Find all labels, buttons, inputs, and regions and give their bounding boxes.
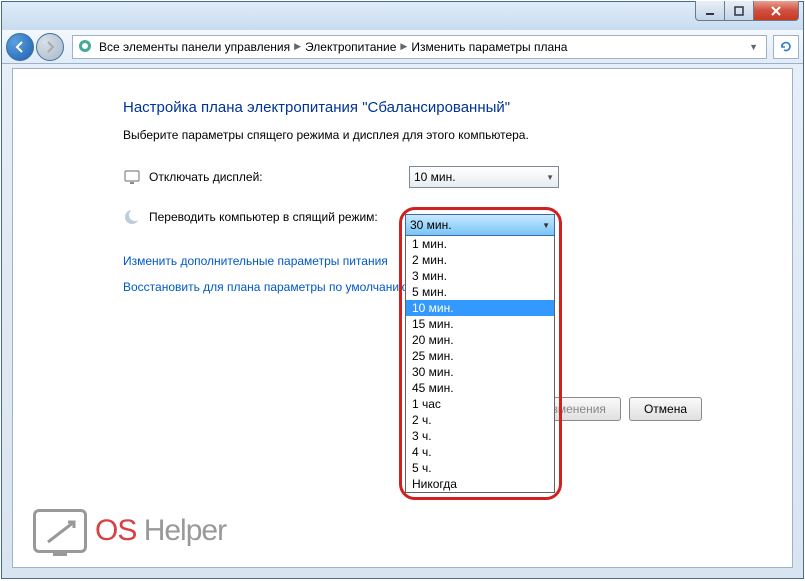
sleep-label: Переводить компьютер в спящий режим: [149,210,409,224]
breadcrumb-root[interactable]: Все элементы панели управления [99,40,290,54]
advanced-settings-link[interactable]: Изменить дополнительные параметры питани… [123,254,388,268]
watermark-text: OS Helper [95,514,226,548]
dropdown-option[interactable]: 45 мин. [406,380,554,396]
monitor-icon [123,168,141,186]
dropdown-option[interactable]: 1 час [406,396,554,412]
sleep-dropdown-list[interactable]: 1 мин.2 мин.3 мин.5 мин.10 мин.15 мин.20… [405,235,555,493]
power-icon [77,38,95,56]
refresh-button[interactable] [773,35,799,59]
chevron-down-icon: ▼ [546,173,554,182]
dropdown-option[interactable]: 1 мин. [406,236,554,252]
breadcrumb-leaf[interactable]: Изменить параметры плана [411,40,567,54]
display-off-combo[interactable]: 10 мин. ▼ [409,166,559,188]
display-off-row: Отключать дисплей: 10 мин. ▼ [123,166,702,188]
cancel-button[interactable]: Отмена [629,397,702,421]
back-button[interactable] [6,33,34,61]
page-title: Настройка плана электропитания "Сбаланси… [123,99,702,116]
dropdown-option[interactable]: 5 ч. [406,460,554,476]
titlebar [2,2,803,30]
watermark: OS Helper [33,509,226,553]
dropdown-option[interactable]: 3 мин. [406,268,554,284]
dropdown-option[interactable]: 2 мин. [406,252,554,268]
dropdown-option[interactable]: 3 ч. [406,428,554,444]
dropdown-option[interactable]: 25 мин. [406,348,554,364]
dropdown-option[interactable]: 2 ч. [406,412,554,428]
moon-icon [123,208,141,226]
restore-defaults-link[interactable]: Восстановить для плана параметры по умол… [123,280,408,294]
chevron-right-icon: ▶ [294,41,301,52]
chevron-down-icon[interactable]: ▼ [745,42,762,52]
dropdown-option[interactable]: 10 мин. [406,300,554,316]
dropdown-option[interactable]: Никогда [406,476,554,492]
dropdown-option[interactable]: 15 мин. [406,316,554,332]
sleep-combo-open[interactable]: 30 мин. ▼ [405,214,555,236]
monitor-logo-icon [33,509,87,553]
maximize-button[interactable] [724,1,754,21]
chevron-down-icon: ▼ [542,221,550,230]
dropdown-option[interactable]: 30 мин. [406,364,554,380]
dropdown-option[interactable]: 20 мин. [406,332,554,348]
highlight-annotation: 30 мин. ▼ 1 мин.2 мин.3 мин.5 мин.10 мин… [399,207,562,500]
chevron-right-icon: ▶ [400,41,407,52]
window: Все элементы панели управления ▶ Электро… [1,1,804,579]
sleep-combo-value: 30 мин. [410,218,452,232]
display-off-value: 10 мин. [414,170,456,184]
dropdown-option[interactable]: 4 ч. [406,444,554,460]
close-button[interactable] [753,1,799,21]
minimize-button[interactable] [695,1,725,21]
display-off-label: Отключать дисплей: [149,170,409,184]
forward-button[interactable] [36,33,64,61]
window-controls [696,1,799,21]
navigation-bar: Все элементы панели управления ▶ Электро… [2,30,803,64]
dropdown-option[interactable]: 5 мин. [406,284,554,300]
page-subtitle: Выберите параметры спящего режима и дисп… [123,128,702,142]
breadcrumb-bar[interactable]: Все элементы панели управления ▶ Электро… [72,35,767,59]
breadcrumb-mid[interactable]: Электропитание [305,40,396,54]
